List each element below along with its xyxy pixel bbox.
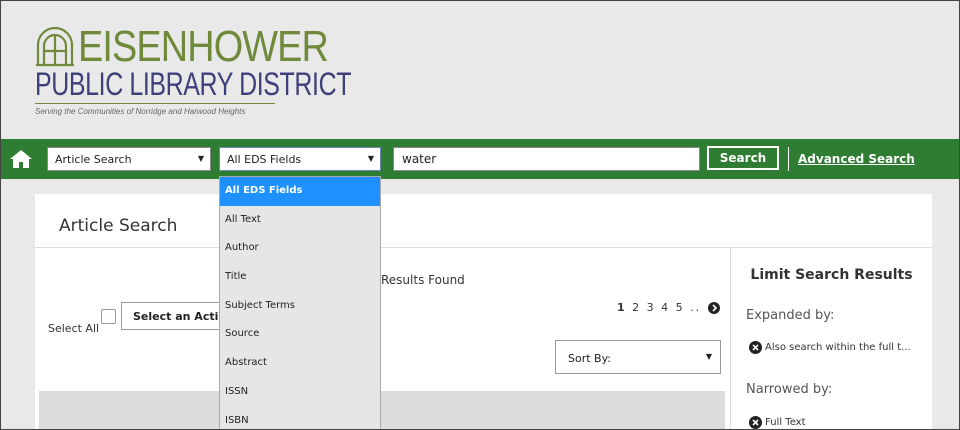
next-page-icon[interactable] <box>708 302 720 314</box>
select-all-checkbox[interactable] <box>101 309 116 324</box>
page-link[interactable]: 5 <box>676 301 685 314</box>
dropdown-option[interactable]: Source <box>220 320 380 349</box>
arch-logo-icon <box>36 26 74 67</box>
remove-icon[interactable] <box>749 416 762 429</box>
divider <box>788 147 789 171</box>
dropdown-option[interactable]: Abstract <box>220 349 380 378</box>
expander-text: Also search within the full t... <box>765 342 911 353</box>
browser-viewport: EISENHOWER PUBLIC LIBRARY DISTRICT Servi… <box>0 0 960 430</box>
sort-select[interactable]: Sort By: ▼ <box>555 340 721 374</box>
dropdown-arrow-icon: ▼ <box>705 352 712 361</box>
limiter-text: Full Text <box>765 417 806 428</box>
expander-chip[interactable]: Also search within the full t... <box>749 341 911 354</box>
remove-icon[interactable] <box>749 341 762 354</box>
logo-title: EISENHOWER <box>78 22 329 71</box>
dropdown-option[interactable]: Title <box>220 263 380 292</box>
search-field-select[interactable]: All EDS Fields ▼ <box>219 147 381 171</box>
select-all-label: Select All <box>48 322 100 335</box>
page-link[interactable]: 2 <box>632 301 641 314</box>
dropdown-option[interactable]: All Text <box>220 206 380 235</box>
logo-subtitle: PUBLIC LIBRARY DISTRICT <box>35 66 352 102</box>
page-link[interactable]: 3 <box>647 301 656 314</box>
pagination: 1 2 3 4 5 .. <box>617 301 701 314</box>
page-title: Article Search <box>59 216 178 236</box>
dropdown-option[interactable]: ISBN <box>220 407 380 430</box>
search-button[interactable]: Search <box>707 146 779 170</box>
sort-label: Sort By: <box>568 352 612 365</box>
results-panel: Article Search Results Found Select All … <box>35 194 932 429</box>
limit-results-title: Limit Search Results <box>750 267 913 283</box>
logo-divider <box>35 103 275 104</box>
narrowed-by-label: Narrowed by: <box>746 382 833 397</box>
results-count: Results Found <box>381 273 465 287</box>
search-field-value: All EDS Fields <box>227 153 302 166</box>
results-list <box>39 391 725 429</box>
limiter-chip[interactable]: Full Text <box>749 416 806 429</box>
dropdown-option[interactable]: Subject Terms <box>220 292 380 321</box>
dropdown-option[interactable]: ISSN <box>220 378 380 407</box>
divider <box>35 247 932 248</box>
dropdown-option[interactable]: All EDS Fields <box>220 177 380 206</box>
library-logo[interactable]: EISENHOWER PUBLIC LIBRARY DISTRICT Servi… <box>35 23 440 116</box>
home-icon[interactable] <box>9 149 33 169</box>
dropdown-arrow-icon: ▼ <box>367 154 374 163</box>
field-dropdown-list: All EDS Fields All Text Author Title Sub… <box>219 176 381 430</box>
dropdown-option[interactable]: Author <box>220 234 380 263</box>
search-type-select[interactable]: Article Search ▼ <box>47 147 211 171</box>
advanced-search-link[interactable]: Advanced Search <box>798 152 915 166</box>
search-type-value: Article Search <box>55 153 132 166</box>
search-input[interactable]: water <box>393 147 700 171</box>
page-link[interactable]: 4 <box>661 301 670 314</box>
expanded-by-label: Expanded by: <box>746 308 835 323</box>
pagination-ellipsis: .. <box>690 301 702 314</box>
dropdown-arrow-icon: ▼ <box>197 154 204 163</box>
search-bar: Article Search ▼ All EDS Fields ▼ water … <box>1 139 959 179</box>
page-link[interactable]: 1 <box>617 301 627 314</box>
logo-tagline: Serving the Communities of Norridge and … <box>35 107 246 116</box>
